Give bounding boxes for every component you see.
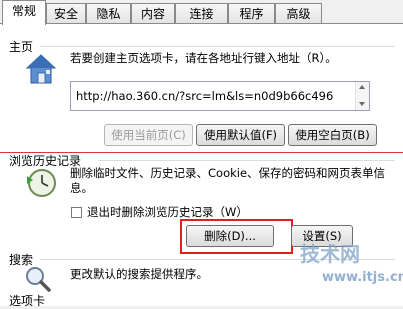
tab-programs[interactable]: 程序 xyxy=(228,3,275,23)
homepage-url-value: http://hao.360.cn/?src=lm&ls=n0d9b66c496 xyxy=(76,89,334,103)
tab-general[interactable]: 常规 xyxy=(2,0,46,25)
tab-security[interactable]: 安全 xyxy=(46,3,86,23)
watermark-domain: www.itjs.cn xyxy=(322,270,403,285)
tab-label: 高级 xyxy=(286,7,311,21)
delete-on-exit-label: 退出时删除浏览历史记录（W） xyxy=(87,205,248,219)
scroll-up-icon xyxy=(359,85,365,89)
tab-label: 内容 xyxy=(140,7,165,21)
url-field-scrollbar[interactable] xyxy=(355,82,369,110)
general-tab-panel: 主页 若要创建主页选项卡，请在各地址行键入地址（R）。 http://hao.3… xyxy=(0,23,403,308)
tab-label: 程序 xyxy=(239,7,264,21)
tab-advanced[interactable]: 高级 xyxy=(275,3,322,23)
tab-label: 常规 xyxy=(11,4,36,18)
magnifier-icon xyxy=(24,265,52,293)
homepage-url-field[interactable]: http://hao.360.cn/?src=lm&ls=n0d9b66c496 xyxy=(70,81,370,111)
tab-privacy[interactable]: 隐私 xyxy=(86,3,131,23)
tab-content[interactable]: 内容 xyxy=(131,3,175,23)
history-divider xyxy=(98,160,395,161)
tab-label: 隐私 xyxy=(96,7,121,21)
history-description: 删除临时文件、历史记录、Cookie、保存的密码和网页表单信息。 xyxy=(70,166,386,195)
watermark-brand: 技术网 xyxy=(300,242,360,266)
tab-connections[interactable]: 连接 xyxy=(175,3,228,23)
tab-label: 连接 xyxy=(189,7,214,21)
use-current-button[interactable]: 使用当前页(C) xyxy=(104,124,193,146)
delete-history-button[interactable]: 删除(D)... xyxy=(186,225,274,247)
use-default-button[interactable]: 使用默认值(F) xyxy=(196,124,285,146)
scroll-down-icon xyxy=(359,102,365,106)
use-blank-button[interactable]: 使用空白页(B) xyxy=(288,124,377,146)
tabs-group-title: 选项卡 xyxy=(9,294,46,308)
tab-label: 安全 xyxy=(53,7,78,21)
history-clock-icon xyxy=(24,166,58,200)
tab-strip: 常规 安全 隐私 内容 连接 程序 高级 xyxy=(0,0,403,25)
homepage-description: 若要创建主页选项卡，请在各地址行键入地址（R）。 xyxy=(70,51,337,65)
homepage-divider xyxy=(40,46,395,47)
delete-on-exit-checkbox[interactable] xyxy=(71,207,82,218)
home-icon xyxy=(24,52,58,86)
